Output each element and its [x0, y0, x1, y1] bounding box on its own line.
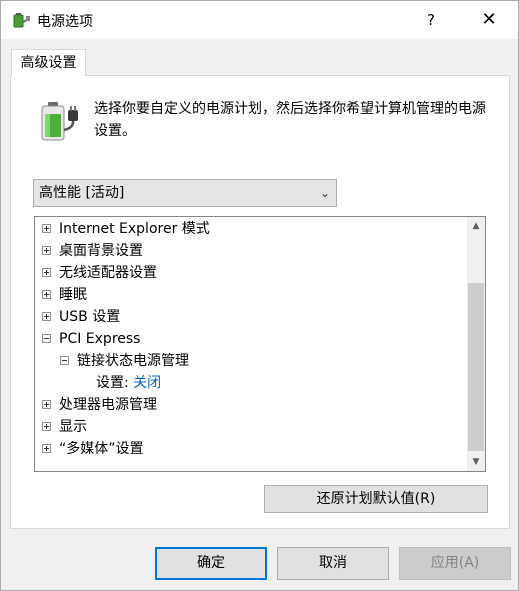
power-options-dialog: 电源选项 ? ✕ 高级设置 选择你要自定义的电源计划，然后选择你希望计算机管理的…: [0, 0, 519, 591]
power-plan-selected: 高性能 [活动]: [39, 185, 125, 201]
setting-value-link[interactable]: 关闭: [133, 375, 161, 391]
title-bar: 电源选项 ? ✕: [1, 1, 518, 39]
expand-icon[interactable]: [42, 289, 51, 299]
tree-item-desktop-background[interactable]: 桌面背景设置: [42, 240, 143, 262]
close-button[interactable]: ✕: [466, 1, 512, 39]
expand-icon[interactable]: [42, 245, 51, 255]
tree-item-link-state-power[interactable]: 链接状态电源管理: [60, 350, 189, 372]
description-text: 选择你要自定义的电源计划，然后选择你希望计算机管理的电源设置。: [94, 101, 486, 139]
tab-advanced-settings[interactable]: 高级设置: [11, 49, 86, 76]
tree-item-label: “多媒体”设置: [59, 441, 144, 457]
scroll-up-arrow-icon[interactable]: ▲: [467, 217, 485, 235]
tree-item-label: 睡眠: [59, 287, 87, 303]
tree-item-sleep[interactable]: 睡眠: [42, 284, 87, 306]
tree-item-label: Internet Explorer 模式: [59, 221, 210, 237]
scroll-down-arrow-icon[interactable]: ▼: [467, 453, 485, 471]
expand-icon[interactable]: [42, 311, 51, 321]
setting-label: 设置:: [96, 375, 129, 391]
settings-tree[interactable]: Internet Explorer 模式 桌面背景设置 无线适配器设置 睡眠 U…: [34, 216, 486, 472]
vertical-scrollbar[interactable]: ▲ ▼: [467, 217, 485, 471]
tree-item-label: USB 设置: [59, 309, 121, 325]
tree-item-setting-row[interactable]: 设置: 关闭: [96, 372, 161, 394]
collapse-icon[interactable]: [60, 355, 69, 365]
tree-item-label: 链接状态电源管理: [77, 353, 189, 369]
tree-item-label: 显示: [59, 419, 87, 435]
restore-defaults-button[interactable]: 还原计划默认值(R): [264, 485, 488, 513]
ok-button[interactable]: 确定: [155, 547, 267, 580]
window-title: 电源选项: [37, 14, 93, 30]
tree-item-label: 处理器电源管理: [59, 397, 157, 413]
battery-plug-icon: [41, 102, 78, 141]
expand-icon[interactable]: [42, 443, 51, 453]
tree-item-usb-settings[interactable]: USB 设置: [42, 306, 120, 328]
scroll-thumb[interactable]: [468, 283, 484, 451]
tree-item-pci-express[interactable]: PCI Express: [42, 328, 140, 350]
chevron-down-icon: ⌄: [319, 186, 330, 200]
expand-icon[interactable]: [42, 267, 51, 277]
power-plan-dropdown[interactable]: 高性能 [活动] ⌄: [33, 179, 337, 207]
tree-item-internet-explorer[interactable]: Internet Explorer 模式: [42, 218, 210, 240]
help-button[interactable]: ?: [408, 1, 454, 39]
tree-item-processor-power[interactable]: 处理器电源管理: [42, 394, 157, 416]
tree-item-multimedia[interactable]: “多媒体”设置: [42, 438, 144, 460]
power-options-icon: [13, 13, 30, 28]
expand-icon[interactable]: [42, 223, 51, 233]
expand-icon[interactable]: [42, 399, 51, 409]
tree-item-label: 无线适配器设置: [59, 265, 157, 281]
tree-item-label: PCI Express: [59, 331, 141, 347]
tree-item-wireless-adapter[interactable]: 无线适配器设置: [42, 262, 157, 284]
tree-item-label: 桌面背景设置: [59, 243, 143, 259]
advanced-settings-panel: 选择你要自定义的电源计划，然后选择你希望计算机管理的电源设置。 高性能 [活动]…: [10, 75, 510, 529]
collapse-icon[interactable]: [42, 333, 51, 343]
apply-button[interactable]: 应用(A): [399, 547, 511, 580]
expand-icon[interactable]: [42, 421, 51, 431]
tree-item-display[interactable]: 显示: [42, 416, 87, 438]
cancel-button[interactable]: 取消: [277, 547, 389, 580]
